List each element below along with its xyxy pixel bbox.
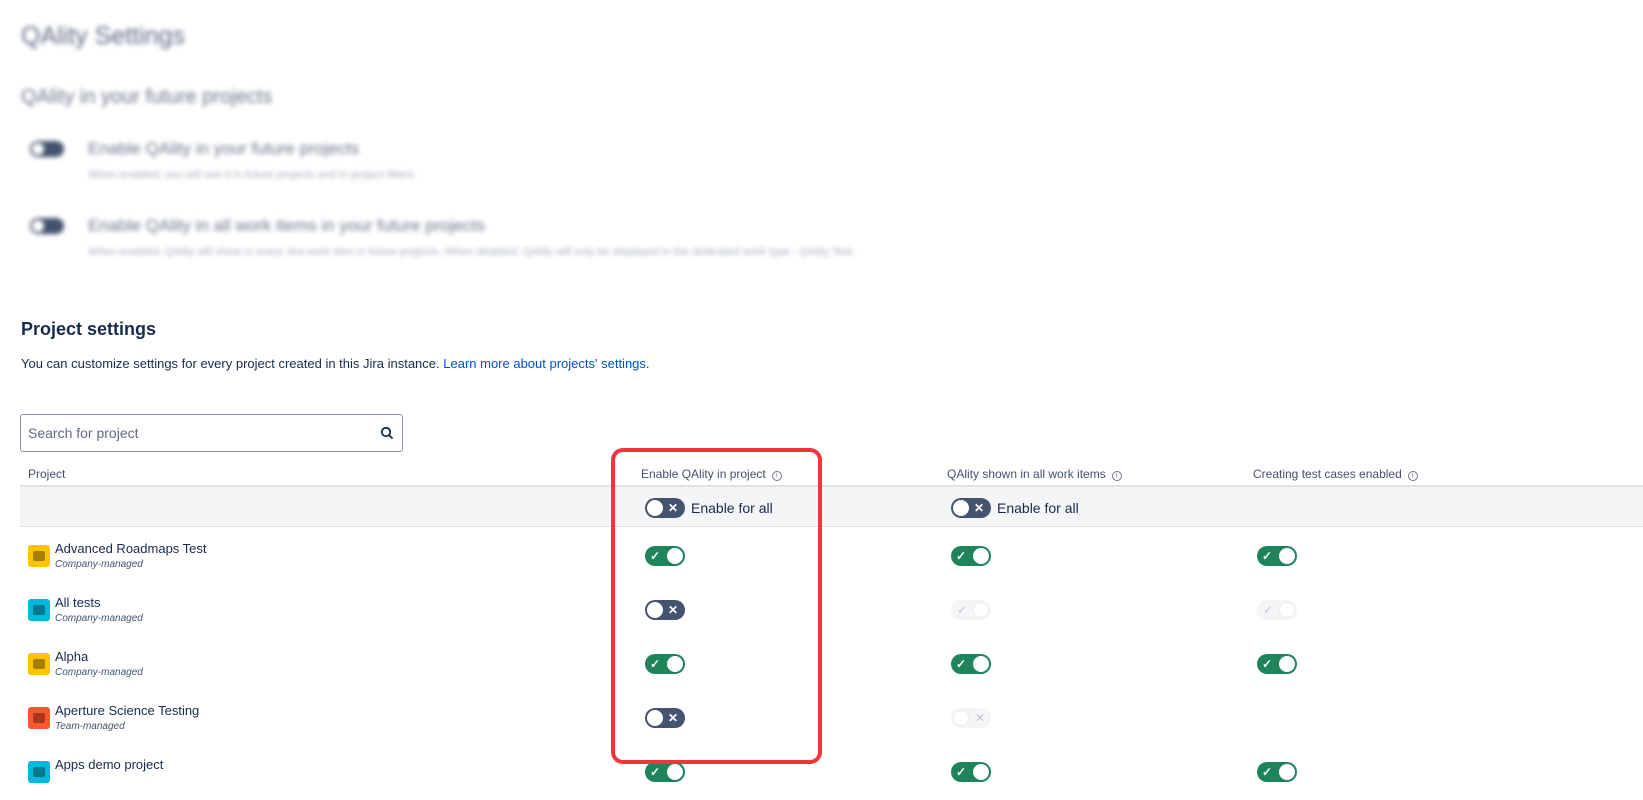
learn-more-link[interactable]: Learn more about projects' settings.: [443, 356, 649, 371]
enable-all-label: Enable for all: [997, 500, 1079, 516]
project-avatar: [28, 653, 50, 675]
enable-toggle[interactable]: ✓: [645, 654, 685, 674]
enable-toggle[interactable]: ✓: [645, 762, 685, 782]
shown-toggle: ✓: [951, 600, 991, 620]
project-name[interactable]: Aperture Science Testing: [55, 703, 199, 718]
enable-all-row: [20, 487, 1643, 527]
column-header-shown: QAlity shown in all work items i: [947, 467, 1122, 481]
search-input[interactable]: [21, 415, 361, 451]
search-icon[interactable]: [379, 425, 395, 441]
column-header-enable: Enable QAlity in project i: [641, 467, 782, 481]
project-settings-heading: Project settings: [21, 319, 157, 339]
shown-toggle[interactable]: ✓: [951, 762, 991, 782]
project-avatar: [28, 707, 50, 729]
future-projects-heading: QAlity in your future projects: [21, 86, 273, 108]
project-name[interactable]: Advanced Roadmaps Test: [55, 541, 207, 556]
enable-toggle[interactable]: ✕: [645, 600, 685, 620]
column-header-creating: Creating test cases enabled i: [1253, 467, 1418, 481]
page-title: QAlity Settings: [21, 22, 185, 50]
column-header-project: Project: [28, 467, 66, 481]
creating-toggle[interactable]: ✓: [1257, 654, 1297, 674]
project-type: Company-managed: [55, 667, 143, 678]
enable-toggle[interactable]: ✕: [645, 708, 685, 728]
project-name[interactable]: Alpha: [55, 649, 88, 664]
future-option-title: Enable QAlity in your future projects: [88, 139, 360, 158]
enable-all-qality-toggle[interactable]: ✕: [645, 498, 685, 518]
description-text: You can customize settings for every pro…: [21, 356, 440, 371]
enable-all-shown-toggle[interactable]: ✕: [951, 498, 991, 518]
creating-toggle[interactable]: ✓: [1257, 546, 1297, 566]
future-option-title: Enable QAlity in all work items in your …: [88, 216, 485, 235]
project-settings-description: You can customize settings for every pro…: [21, 356, 650, 371]
info-icon[interactable]: i: [1111, 471, 1122, 481]
project-avatar: [28, 761, 50, 783]
future-all-work-items-toggle[interactable]: [30, 218, 64, 234]
shown-toggle: ✕: [951, 708, 991, 728]
info-icon[interactable]: i: [1407, 471, 1418, 481]
project-type: Company-managed: [55, 613, 143, 624]
project-name[interactable]: Apps demo project: [55, 757, 163, 772]
future-option-description: When enabled, QAlity will show in every …: [88, 246, 856, 258]
shown-toggle[interactable]: ✓: [951, 654, 991, 674]
creating-toggle: ✓: [1257, 600, 1297, 620]
project-name[interactable]: All tests: [55, 595, 101, 610]
project-avatar: [28, 599, 50, 621]
project-avatar: [28, 545, 50, 567]
future-enable-toggle[interactable]: [30, 141, 64, 157]
future-option-description: When enabled, you will see it in future …: [88, 169, 417, 181]
enable-toggle[interactable]: ✓: [645, 546, 685, 566]
project-type: Company-managed: [55, 559, 143, 570]
creating-toggle[interactable]: ✓: [1257, 762, 1297, 782]
info-icon[interactable]: i: [771, 471, 782, 481]
shown-toggle[interactable]: ✓: [951, 546, 991, 566]
search-box: [20, 414, 403, 452]
project-type: Team-managed: [55, 721, 125, 732]
enable-all-label: Enable for all: [691, 500, 773, 516]
